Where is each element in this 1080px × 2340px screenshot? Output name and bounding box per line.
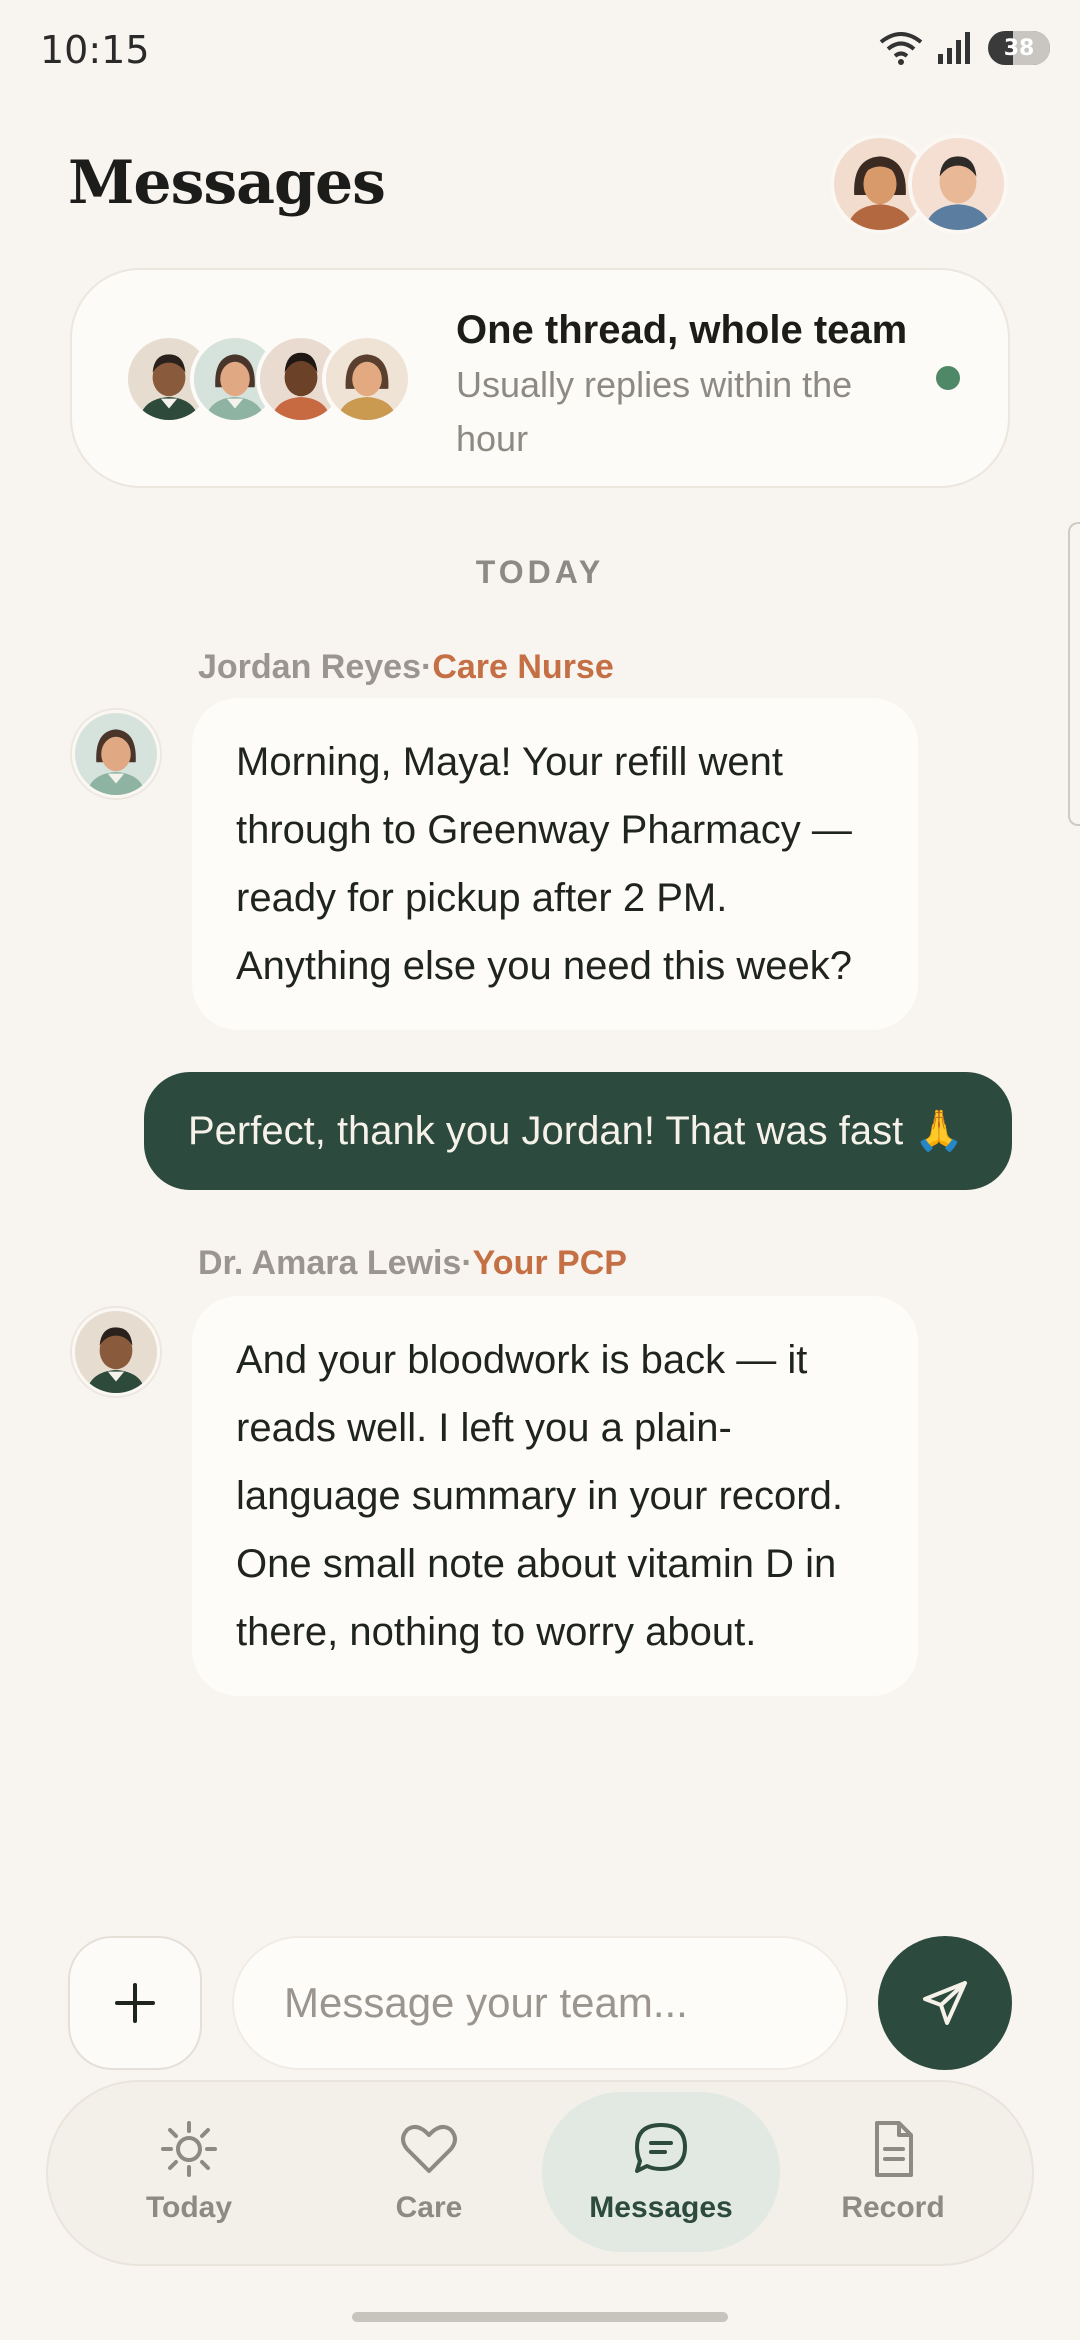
tab-care[interactable]: Care	[310, 2092, 548, 2252]
message-bubble-incoming[interactable]: Morning, Maya! Your refill went through …	[192, 698, 918, 1030]
signal-icon	[938, 32, 970, 64]
tab-label: Record	[841, 2191, 945, 2224]
home-indicator[interactable]	[352, 2312, 728, 2322]
message-input[interactable]	[232, 1936, 848, 2070]
sender-name: Dr. Amara Lewis	[198, 1244, 462, 1282]
message-bubble-outgoing[interactable]: Perfect, thank you Jordan! That was fast…	[144, 1072, 1012, 1190]
sender-role: Care Nurse	[432, 648, 614, 686]
tab-label: Care	[395, 2191, 463, 2224]
team-card[interactable]: One thread, whole team Usually replies w…	[70, 268, 1010, 488]
heart-icon	[401, 2124, 457, 2173]
tab-today[interactable]: Today	[70, 2092, 308, 2252]
sender-separator: ·	[421, 648, 433, 686]
status-time: 10:15	[40, 28, 150, 72]
status-bar: 10:15 38	[0, 0, 1080, 100]
sender-separator: ·	[461, 1244, 473, 1282]
sun-icon	[161, 2121, 217, 2177]
send-icon	[923, 1981, 967, 2025]
tab-label: Today	[145, 2191, 233, 2224]
chat-icon	[635, 2123, 687, 2173]
sender-name: Jordan Reyes	[198, 648, 421, 686]
header-avatars[interactable]	[830, 134, 1008, 234]
online-status-dot	[936, 366, 960, 390]
avatar	[322, 334, 412, 424]
message-sender: Jordan Reyes·Care Nurse	[198, 648, 614, 687]
team-avatars	[124, 334, 412, 424]
tab-record[interactable]: Record	[774, 2092, 1012, 2252]
document-icon	[875, 2121, 913, 2177]
plus-icon	[115, 1983, 155, 2023]
team-card-title: One thread, whole team	[456, 308, 908, 352]
day-divider: TODAY	[475, 554, 605, 590]
attach-button[interactable]	[68, 1936, 202, 2070]
sender-role: Your PCP	[472, 1244, 627, 1282]
avatar[interactable]	[908, 134, 1008, 234]
message-sender: Dr. Amara Lewis·Your PCP	[198, 1244, 627, 1283]
avatar[interactable]	[72, 1308, 160, 1396]
message-bubble-incoming[interactable]: And your bloodwork is back — it reads we…	[192, 1296, 918, 1696]
tab-label: Messages	[589, 2191, 733, 2224]
battery-icon: 38	[988, 31, 1050, 65]
status-icons: 38	[878, 30, 1050, 66]
wifi-icon	[879, 32, 923, 65]
tab-messages[interactable]: Messages	[542, 2092, 780, 2252]
avatar[interactable]	[72, 710, 160, 798]
page-title: Messages	[68, 148, 386, 218]
team-card-subtitle: Usually replies within the hour	[456, 364, 853, 459]
bottom-tab-bar: Today Care Messages Record	[46, 2080, 1034, 2266]
send-button[interactable]	[878, 1936, 1012, 2070]
battery-level: 38	[1003, 35, 1035, 61]
